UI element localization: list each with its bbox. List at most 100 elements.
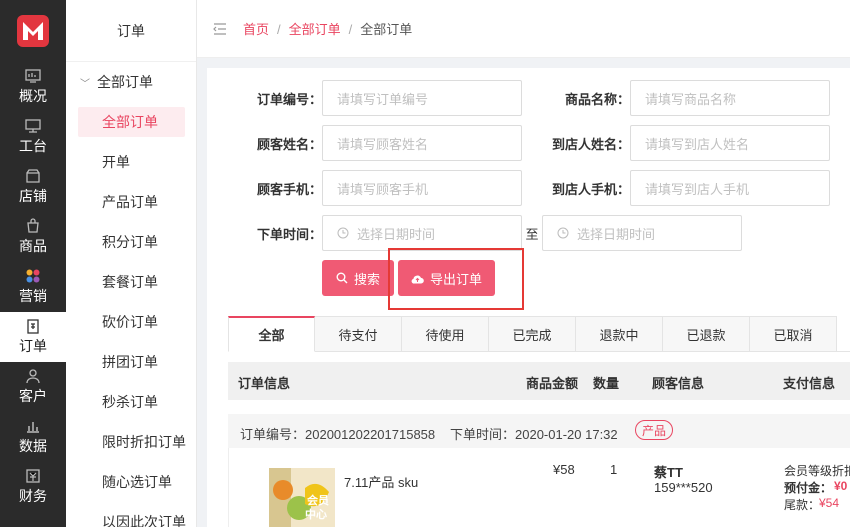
filter-visitor: 到店人姓名： 请填写到店人姓名 [545,125,830,161]
sidebar-group-label: 全部订单 [97,74,153,90]
time-end-input[interactable]: 选择日期时间 [542,215,742,251]
col-amount: 商品金额 [526,376,579,391]
nav-label: 财务 [19,488,47,504]
col-order-info: 订单信息 [238,376,291,391]
nav-label: 数据 [19,438,47,454]
nav-label: 商品 [19,238,47,254]
nav-products[interactable]: 商品 [0,212,66,262]
sidebar-item-package-orders[interactable]: 套餐订单 [66,262,196,302]
time-start-input[interactable]: 选择日期时间 [322,215,522,251]
breadcrumb-section[interactable]: 全部订单 [289,22,341,37]
tab-to-use[interactable]: 待使用 [402,316,489,352]
nav-label: 工台 [19,138,47,154]
col-customer: 顾客信息 [652,376,705,391]
product-thumbnail: 会员 中心 [269,468,335,527]
table-header: 订单信息 商品金额 数量 顾客信息 支付信息 [228,362,850,400]
app-root: 概况 工台 店铺 商品 营销 订单 客户 数据 财务 订单 ﹀ 全部订单 全部订… [0,0,850,527]
bag-icon [25,218,41,234]
filter-time: 下单时间： 选择日期时间 至 选择日期时间 [237,215,742,251]
visitor-phone-input[interactable]: 请填写到店人手机 [630,170,830,206]
logo-icon [17,15,49,47]
breadcrumb-home[interactable]: 首页 [243,22,269,37]
pay-balance-label: 尾款： [784,498,821,512]
brand-logo[interactable] [0,0,66,62]
filter-order-no: 订单编号： 请填写订单编号 [237,80,522,116]
visitor-input[interactable]: 请填写到店人姓名 [630,125,830,161]
nav-overview[interactable]: 概况 [0,62,66,112]
customer-phone: 159***520 [654,480,713,495]
nav-store[interactable]: 店铺 [0,162,66,212]
sidebar-item-flash-orders[interactable]: 秒杀订单 [66,382,196,422]
tab-all[interactable]: 全部 [228,316,315,352]
order-type-badge: 产品 [635,420,673,440]
product-input[interactable]: 请填写商品名称 [630,80,830,116]
tab-refunding[interactable]: 退款中 [576,316,663,352]
pay-deposit-label: 预付金： [784,481,833,495]
clock-icon [337,227,349,239]
nav-customers[interactable]: 客户 [0,362,66,412]
sidebar-item-discount-orders[interactable]: 限时折扣订单 [66,422,196,462]
svg-text:会员: 会员 [307,493,329,507]
nav-label: 订单 [19,338,47,354]
clock-icon [557,227,569,239]
breadcrumb: 首页 / 全部订单 / 全部订单 [243,22,413,37]
nav-orders[interactable]: 订单 [0,312,66,362]
sidebar-item-product-orders[interactable]: 产品订单 [66,182,196,222]
nav-marketing[interactable]: 营销 [0,262,66,312]
customer-name: 蔡TT [654,465,683,480]
visitor-phone-label: 到店人手机： [551,181,630,197]
tab-refunded[interactable]: 已退款 [663,316,750,352]
product-price: ¥58 [553,462,575,477]
sidebar-group-all-orders[interactable]: ﹀ 全部订单 [66,62,196,102]
nav-workbench[interactable]: 工台 [0,112,66,162]
sidebar-item-open-order[interactable]: 开单 [66,142,196,182]
search-icon [336,272,348,284]
sub-sidebar: 订单 ﹀ 全部订单 全部订单 开单 产品订单 积分订单 套餐订单 砍价订单 拼团… [66,0,197,527]
monitor-chart-icon [25,68,41,84]
nav-label: 店铺 [19,188,47,204]
main-nav-rail: 概况 工台 店铺 商品 营销 订单 客户 数据 财务 [0,0,66,527]
phone-input[interactable]: 请填写顾客手机 [322,170,522,206]
order-header-row: 订单编号：202001202201715858 下单时间：2020-01-20 … [228,414,850,448]
order-clipboard-icon [25,318,41,334]
top-header: 首页 / 全部订单 / 全部订单 [197,0,850,58]
filter-product: 商品名称： 请填写商品名称 [555,80,830,116]
order-no-input[interactable]: 请填写订单编号 [322,80,522,116]
status-tabs: 全部 待支付 待使用 已完成 退款中 已退款 已取消 [228,316,850,352]
store-icon [25,168,41,184]
tab-pending-payment[interactable]: 待支付 [315,316,402,352]
customer-label: 顾客姓名： [256,136,322,152]
sidebar-item-points-orders[interactable]: 积分订单 [66,222,196,262]
nav-label: 概况 [19,88,47,104]
sidebar-item-all-orders[interactable]: 全部订单 [66,102,196,142]
sidebar-item-more-orders[interactable]: 以因此次订单 [66,502,196,527]
marketing-dots-icon [25,268,41,284]
sidebar-item-group-orders[interactable]: 拼团订单 [66,342,196,382]
nav-finance[interactable]: 财务 [0,462,66,512]
col-payment: 支付信息 [783,376,836,391]
table-row[interactable]: 会员 中心 7.11产品 sku ¥58 1 蔡TT 159***520 会员等… [228,448,850,527]
search-button-label: 搜索 [353,271,380,287]
nav-label: 营销 [19,288,47,304]
filter-phone: 顾客手机： 请填写顾客手机 [237,170,522,206]
bar-chart-icon [25,418,41,434]
annotation-highlight-box [388,248,524,310]
order-no-label: 订单编号： [256,91,322,107]
search-button[interactable]: 搜索 [322,260,394,296]
pay-balance-value: ¥54 [819,496,840,510]
sidebar-item-bargain-orders[interactable]: 砍价订单 [66,302,196,342]
time-label: 下单时间： [256,226,322,242]
collapse-menu-icon[interactable] [213,22,227,36]
nav-data[interactable]: 数据 [0,412,66,462]
filter-customer: 顾客姓名： 请填写顾客姓名 [237,125,522,161]
sidebar-item-choice-orders[interactable]: 随心选订单 [66,462,196,502]
pay-discount-line: 会员等级折扣 [784,464,850,478]
tab-cancelled[interactable]: 已取消 [750,316,837,352]
product-label: 商品名称： [564,91,630,107]
phone-label: 顾客手机： [256,181,322,197]
customer-input[interactable]: 请填写顾客姓名 [322,125,522,161]
product-qty: 1 [610,462,618,477]
sidebar-title: 订单 [66,0,196,62]
main-panel: 订单编号： 请填写订单编号 商品名称： 请填写商品名称 顾客姓名： 请填写顾客姓… [207,68,850,527]
tab-completed[interactable]: 已完成 [489,316,576,352]
